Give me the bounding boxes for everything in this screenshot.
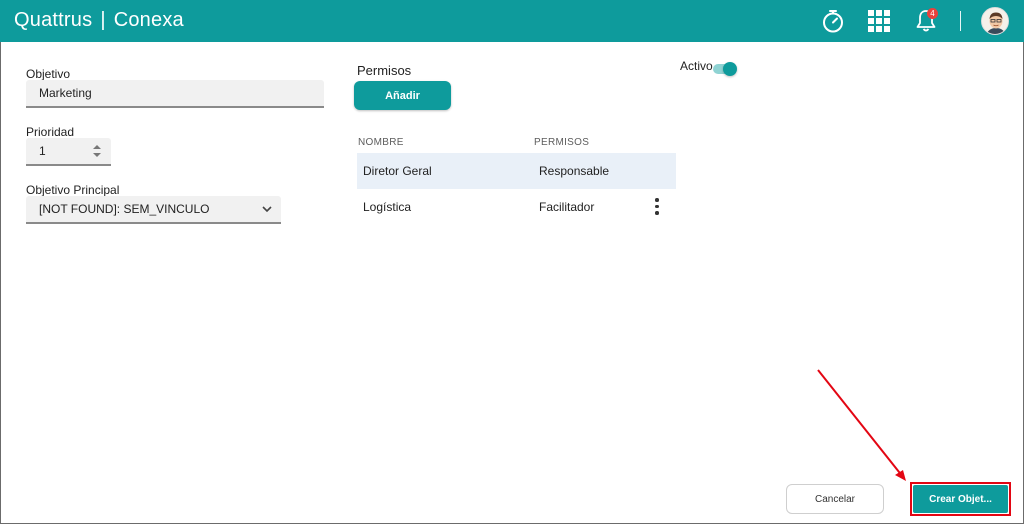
cancel-button[interactable]: Cancelar (786, 484, 884, 514)
annotation-arrow (817, 369, 906, 481)
create-objective-button[interactable]: Crear Objet... (913, 485, 1008, 513)
